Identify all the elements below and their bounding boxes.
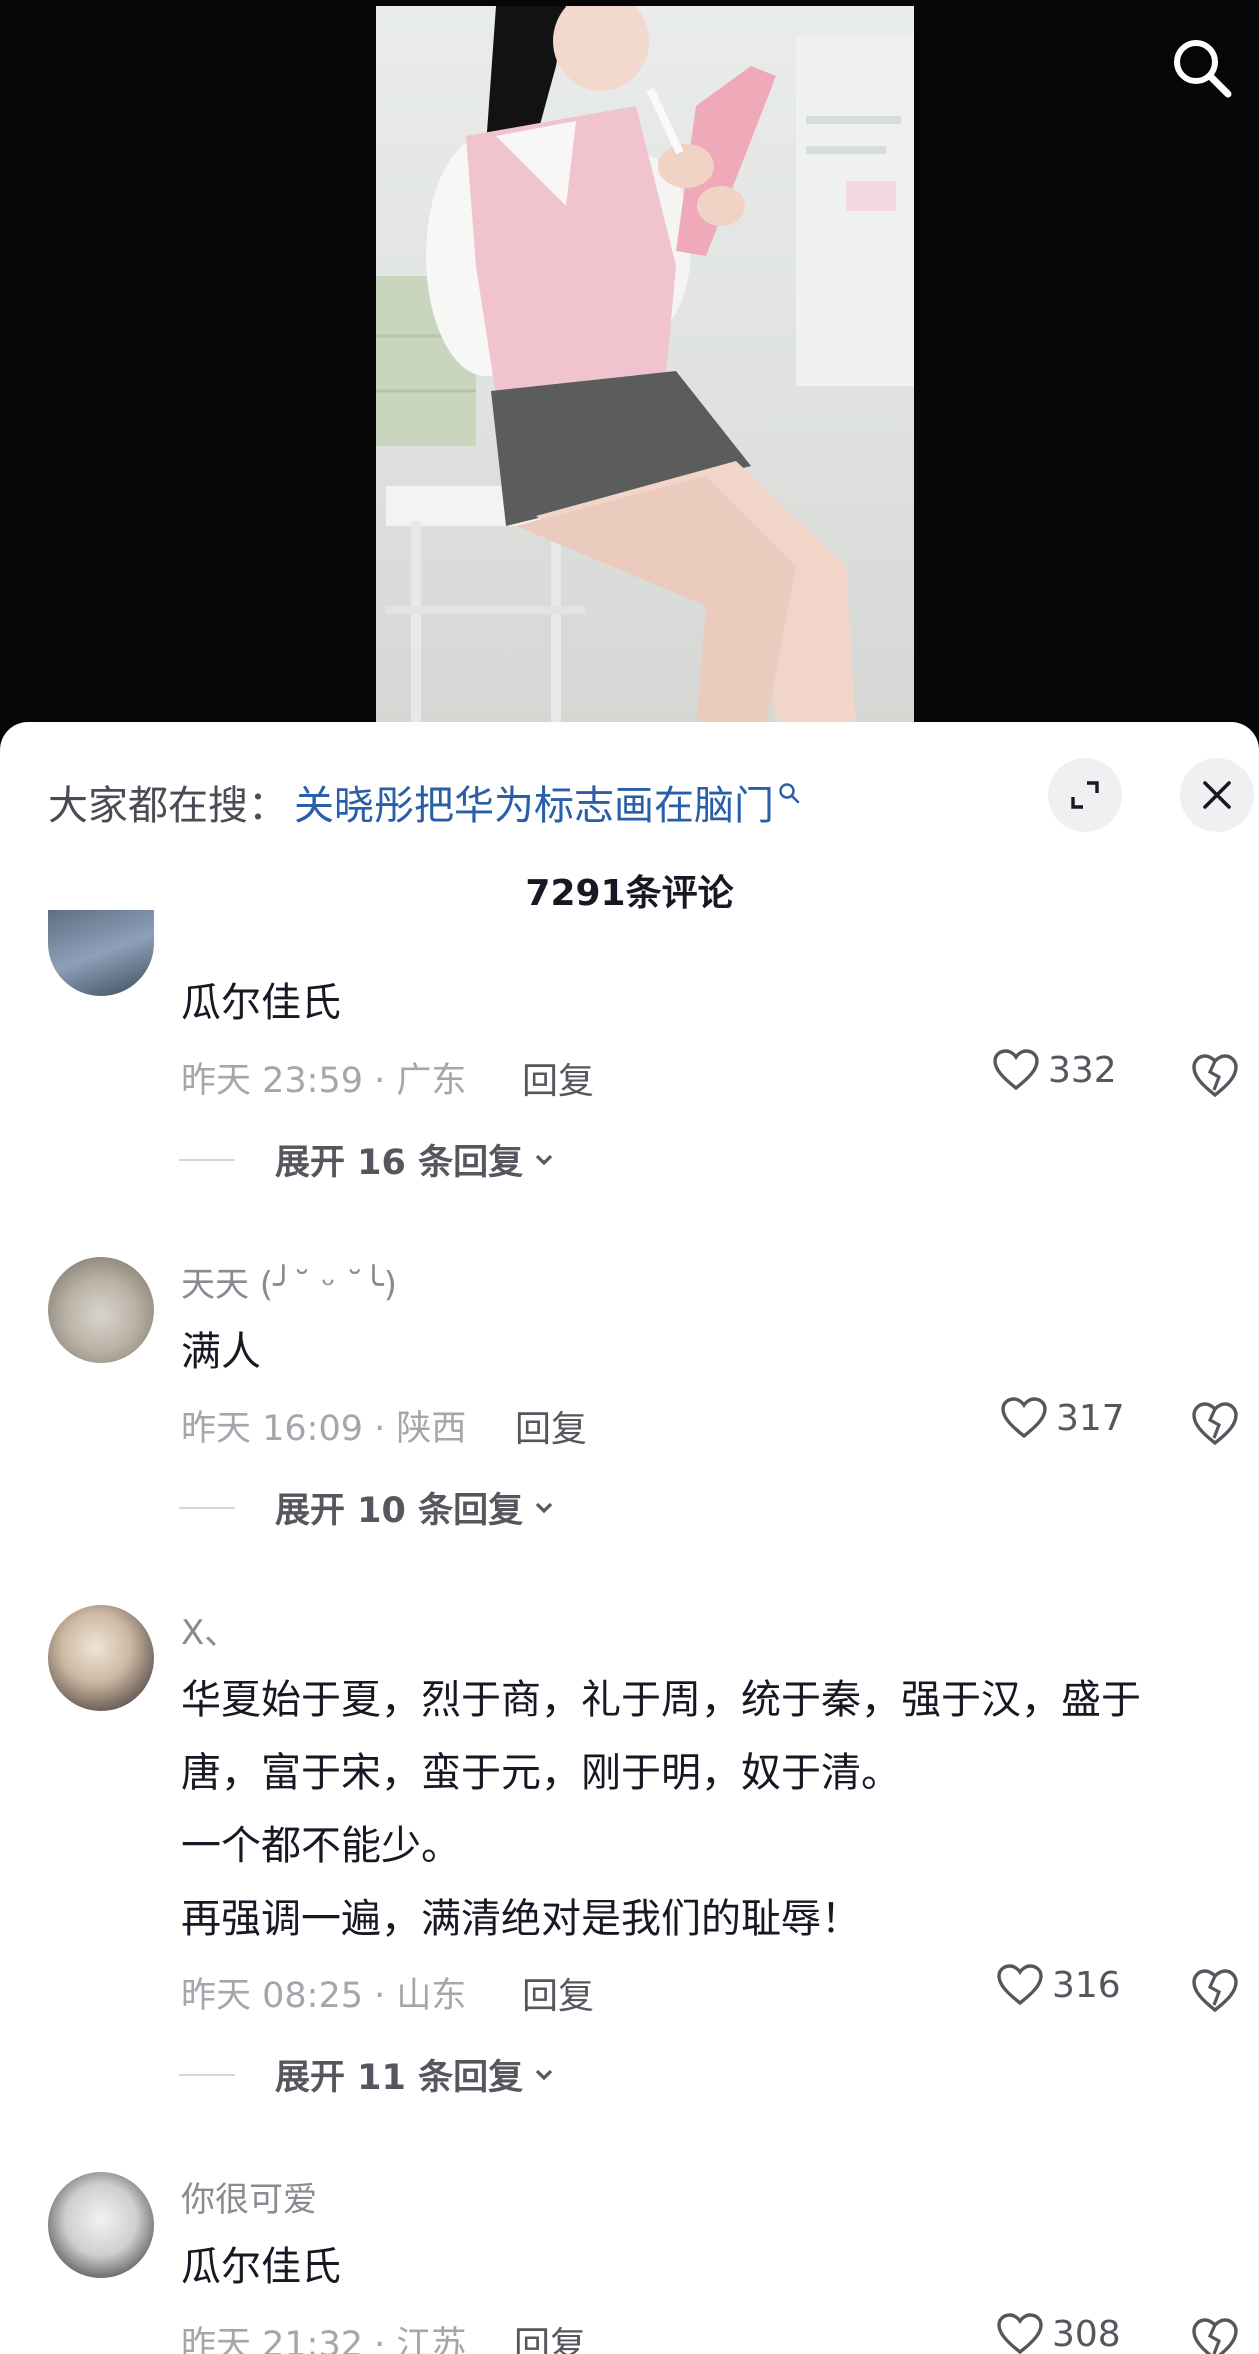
reply-button[interactable]: 回复 xyxy=(515,1400,587,1452)
comment-text-line: 再强调一遍，满清绝对是我们的耻辱！ xyxy=(181,1896,861,1942)
broken-heart-icon[interactable] xyxy=(1190,1050,1240,1100)
heart-icon xyxy=(997,1964,1043,2006)
comment-text: 满人 xyxy=(181,1329,261,1375)
comment-text-line: 一个都不能少。 xyxy=(181,1823,461,1869)
close-icon xyxy=(1203,781,1231,809)
reply-button[interactable]: 回复 xyxy=(522,1052,594,1104)
username: X、 xyxy=(181,1613,239,1653)
comment-count: 7291条评论 xyxy=(525,873,734,914)
heart-icon xyxy=(993,1049,1039,1091)
like-count: 332 xyxy=(1048,1049,1117,1091)
divider xyxy=(179,1506,235,1509)
heart-icon xyxy=(997,2313,1043,2354)
chevron-down-icon xyxy=(535,2069,553,2080)
avatar[interactable] xyxy=(48,1257,154,1363)
video-still xyxy=(376,6,914,726)
comment-time-location: 昨天 16:09 · 陕西 xyxy=(181,1409,467,1449)
search-icon xyxy=(1174,40,1232,98)
expand-replies-label: 展开 10 条回复 xyxy=(275,1491,524,1531)
close-button[interactable] xyxy=(1180,758,1254,832)
like-button[interactable]: 316 xyxy=(996,1963,1121,2007)
like-button[interactable]: 317 xyxy=(1000,1396,1125,1440)
like-button[interactable]: 332 xyxy=(992,1048,1117,1092)
suggested-search-link[interactable]: 关晓彤把华为标志画在脑门 xyxy=(294,773,774,831)
suggested-search[interactable]: 大家都在搜： 关晓彤把华为标志画在脑门 xyxy=(48,772,800,832)
expand-replies-button[interactable]: 展开 11 条回复 xyxy=(179,2049,557,2100)
expand-icon xyxy=(1071,781,1099,809)
comment-text-line: 唐，富于宋，蛮于元，刚于明，奴于清。 xyxy=(181,1750,901,1796)
avatar[interactable] xyxy=(48,2172,154,2278)
avatar[interactable] xyxy=(48,1605,154,1711)
username: 天天 (╯˘ ᵕ ˘╰) xyxy=(181,1265,397,1305)
comment-text-line: 华夏始于夏，烈于商，礼于周，统于秦，强于汉，盛于 xyxy=(181,1677,1141,1723)
expand-replies-label: 展开 16 条回复 xyxy=(275,1143,524,1183)
comment-time-location: 昨天 21:32 · 江苏 xyxy=(181,2325,467,2354)
divider xyxy=(179,2073,235,2076)
expand-replies-button[interactable]: 展开 10 条回复 xyxy=(179,1482,557,1533)
comment-time-location: 昨天 23:59 · 广东 xyxy=(181,1061,467,1101)
heart-icon xyxy=(1001,1397,1047,1439)
comment-time-location: 昨天 08:25 · 山东 xyxy=(181,1976,467,2016)
like-count: 316 xyxy=(1052,1964,1121,2006)
broken-heart-icon[interactable] xyxy=(1190,2314,1240,2354)
comment-text: 瓜尔佳氏 xyxy=(181,980,341,1026)
comment-text: 瓜尔佳氏 xyxy=(181,2244,341,2290)
expand-replies-button[interactable]: 展开 16 条回复 xyxy=(179,1134,557,1185)
video-frame[interactable] xyxy=(376,6,914,726)
reply-button[interactable]: 回复 xyxy=(522,1967,594,2019)
username: 你很可爱 xyxy=(181,2180,317,2220)
like-button[interactable]: 308 xyxy=(996,2312,1121,2354)
expand-replies-label: 展开 11 条回复 xyxy=(275,2058,524,2098)
comment-sheet: 大家都在搜： 关晓彤把华为标志画在脑门 7291条评论 瓜尔佳氏 昨天 23:5… xyxy=(0,722,1259,2354)
search-button[interactable] xyxy=(1170,36,1234,100)
avatar[interactable] xyxy=(48,910,154,996)
suggested-search-prefix: 大家都在搜： xyxy=(48,783,288,829)
broken-heart-icon[interactable] xyxy=(1190,1398,1240,1448)
expand-button[interactable] xyxy=(1048,758,1122,832)
search-icon xyxy=(779,783,800,804)
chevron-down-icon xyxy=(535,1154,553,1165)
video-player[interactable] xyxy=(0,0,1259,740)
divider xyxy=(179,1158,235,1161)
like-count: 317 xyxy=(1056,1397,1125,1439)
chevron-down-icon xyxy=(535,1502,553,1513)
reply-button[interactable]: 回复 xyxy=(514,2316,586,2354)
like-count: 308 xyxy=(1052,2313,1121,2354)
broken-heart-icon[interactable] xyxy=(1190,1965,1240,2015)
